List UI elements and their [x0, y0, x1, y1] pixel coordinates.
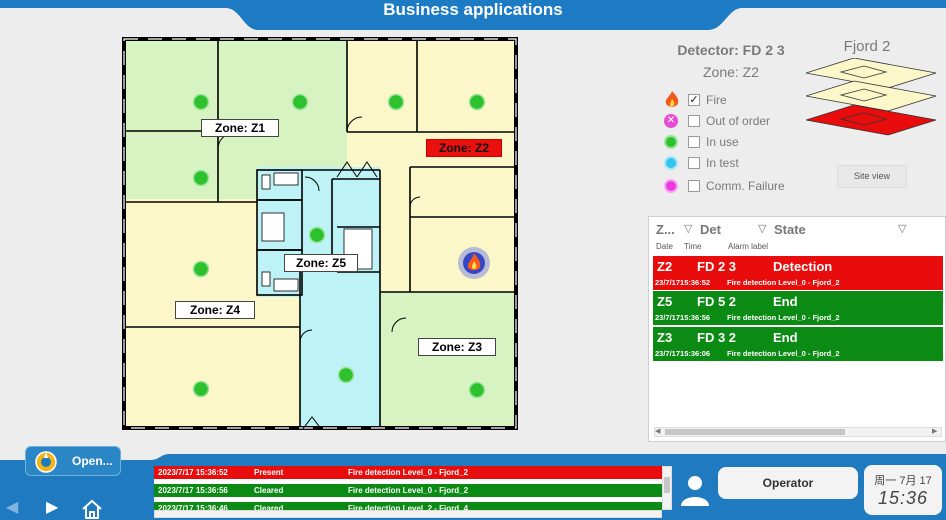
log-datetime: 2023/7/17 15:36:56 — [158, 486, 228, 495]
state-comm-failure[interactable]: Comm. Failure — [664, 176, 785, 196]
fire-icon — [665, 91, 679, 107]
event-row[interactable]: Z5 FD 5 2 End 23/7/1715:36:56 Fire detec… — [653, 291, 943, 325]
operator-button[interactable]: Operator — [718, 467, 858, 499]
column-det[interactable]: Det — [700, 222, 721, 237]
log-row[interactable]: 2023/7/17 15:36:46 Cleared Fire detectio… — [154, 502, 662, 510]
event-datetime: 23/7/1715:36:56 — [655, 313, 711, 322]
sub-column-alarm-label: Alarm label — [728, 242, 769, 251]
event-list-header: Z... ▽ Det ▽ State ▽ — [656, 222, 942, 238]
in-use-checkbox[interactable] — [688, 136, 700, 148]
comm-failure-checkbox[interactable] — [688, 180, 700, 192]
sub-column-date: Date — [656, 242, 673, 251]
state-in-use[interactable]: In use — [664, 132, 739, 152]
state-label: Comm. Failure — [706, 179, 785, 193]
log-datetime: 2023/7/17 15:36:46 — [158, 504, 228, 510]
log-status: Cleared — [254, 486, 284, 495]
event-zone: Z2 — [657, 259, 673, 274]
open-label: Open... — [72, 454, 113, 468]
back-icon[interactable]: ◀ — [6, 497, 18, 517]
alarm-log: 2023/7/17 15:36:52 Present Fire detectio… — [154, 466, 662, 510]
home-icon[interactable] — [80, 498, 104, 520]
event-det: FD 5 2 — [697, 294, 737, 309]
state-out-of-order[interactable]: ✕ Out of order — [664, 111, 770, 131]
column-state[interactable]: State — [774, 222, 806, 237]
zone-label-z1[interactable]: Zone: Z1 — [201, 119, 279, 137]
in-test-checkbox[interactable] — [688, 157, 700, 169]
filter-icon[interactable]: ▽ — [684, 222, 692, 235]
event-label: Fire detection Level_0 - Fjord_2 — [727, 313, 840, 322]
log-label: Fire detection Level_0 - Fjord_2 — [348, 468, 469, 477]
event-row[interactable]: Z3 FD 3 2 End 23/7/1715:36:06 Fire detec… — [653, 327, 943, 361]
log-row[interactable]: 2023/7/17 15:36:52 Present Fire detectio… — [154, 466, 662, 479]
site-name: Fjord 2 — [843, 38, 891, 55]
event-zone: Z3 — [657, 330, 673, 345]
log-status: Cleared — [254, 504, 284, 510]
filter-icon[interactable]: ▽ — [758, 222, 766, 235]
state-label: In test — [706, 156, 739, 170]
event-datetime: 23/7/1715:36:52 — [655, 278, 711, 287]
fire-checkbox[interactable]: ✓ — [688, 94, 700, 106]
state-label: In use — [706, 135, 739, 149]
clock-date: 周一 7月 17 — [874, 475, 932, 487]
event-state: End — [773, 294, 798, 309]
page-title: Business applications — [383, 0, 563, 19]
detector-title: Detector: FD 2 3 — [677, 42, 785, 58]
event-state: End — [773, 330, 798, 345]
log-row[interactable]: 2023/7/17 15:36:56 Cleared Fire detectio… — [154, 484, 662, 497]
open-button[interactable]: Open... — [25, 446, 121, 476]
out-of-order-checkbox[interactable] — [688, 115, 700, 127]
state-in-test[interactable]: In test — [664, 153, 739, 173]
log-label: Fire detection Level_0 - Fjord_2 — [348, 486, 469, 495]
log-hscroll[interactable] — [154, 510, 662, 518]
open-icon — [35, 451, 57, 473]
log-status: Present — [254, 468, 284, 477]
event-det: FD 2 3 — [697, 259, 737, 274]
level-stack-icon[interactable] — [806, 58, 938, 158]
clock: 周一 7月 17 15:36 — [864, 465, 942, 515]
event-state: Detection — [773, 259, 833, 274]
detector-zone: Zone: Z2 — [702, 64, 760, 80]
floor-plan — [122, 37, 518, 430]
log-scroll-thumb[interactable] — [664, 477, 670, 493]
event-datetime: 23/7/1715:36:06 — [655, 349, 711, 358]
out-of-order-icon: ✕ — [664, 114, 678, 128]
user-icon — [681, 476, 709, 506]
event-label: Fire detection Level_0 - Fjord_2 — [727, 278, 840, 287]
zone-label-z3[interactable]: Zone: Z3 — [418, 338, 496, 356]
clock-time: 15:36 — [877, 488, 929, 508]
column-zone[interactable]: Z... — [656, 222, 675, 237]
in-use-icon — [664, 135, 678, 149]
scroll-left-icon[interactable]: ◀ — [655, 427, 660, 435]
sub-column-time: Time — [684, 242, 702, 251]
state-label: Fire — [706, 93, 727, 107]
zone-label-z2[interactable]: Zone: Z2 — [426, 139, 502, 157]
filter-icon[interactable]: ▽ — [898, 222, 906, 235]
event-det: FD 3 2 — [697, 330, 737, 345]
log-label: Fire detection Level_2 - Fjord_4 — [348, 504, 469, 510]
log-datetime: 2023/7/17 15:36:52 — [158, 468, 228, 477]
app-root: Business applications Zone: Z1 Zone: Z2 … — [0, 0, 946, 520]
comm-failure-icon — [664, 179, 678, 193]
state-fire[interactable]: ✓ Fire — [664, 90, 727, 110]
event-row[interactable]: Z2 FD 2 3 Detection 23/7/1715:36:52 Fire… — [653, 256, 943, 290]
event-list-scroll-thumb[interactable] — [665, 429, 845, 435]
site-view-button[interactable]: Site view — [837, 165, 907, 188]
state-label: Out of order — [706, 114, 771, 128]
zone-label-z4[interactable]: Zone: Z4 — [175, 301, 255, 319]
event-label: Fire detection Level_0 - Fjord_2 — [727, 349, 840, 358]
zone-label-z5[interactable]: Zone: Z5 — [284, 254, 358, 272]
scroll-right-icon[interactable]: ▶ — [932, 427, 937, 435]
in-test-icon — [664, 156, 678, 170]
event-zone: Z5 — [657, 294, 673, 309]
forward-icon[interactable]: ▶ — [46, 497, 58, 517]
